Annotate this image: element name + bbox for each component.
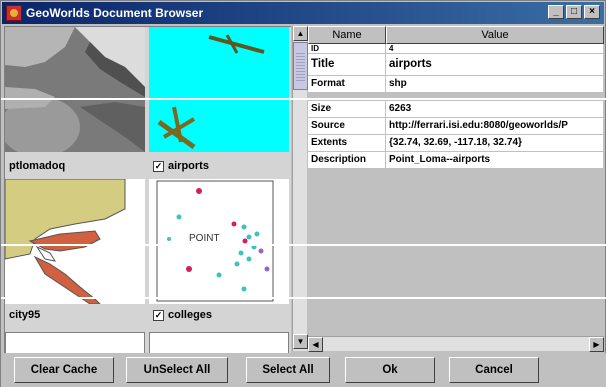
title-bar[interactable]: GeoWorlds Document Browser _ □ ×	[2, 2, 604, 24]
property-value: 6263	[386, 101, 604, 117]
property-name: Description	[308, 152, 386, 168]
ok-button[interactable]: Ok	[345, 357, 435, 383]
maximize-button[interactable]: □	[566, 5, 582, 19]
thumbnail-image[interactable]: POINT	[149, 179, 289, 304]
scroll-right-arrow[interactable]: ▶	[589, 337, 604, 352]
scrollbar-thumb[interactable]	[293, 42, 308, 90]
divider	[1, 98, 606, 100]
thumbnail-label[interactable]: ✓ airports	[153, 160, 209, 172]
thumbnail-cell[interactable]: POINT ✓ colleges	[149, 179, 289, 331]
thumbnail-image[interactable]	[5, 27, 145, 152]
divider	[1, 297, 606, 299]
property-value: {32.74, 32.69, -117.18, 32.74}	[386, 135, 604, 151]
checkbox[interactable]: ✓	[153, 309, 164, 321]
thumbnail-name: airports	[168, 160, 209, 172]
document-browser-window: GeoWorlds Document Browser _ □ × ptlomad…	[0, 0, 606, 387]
aerial-photo-image	[5, 27, 145, 152]
property-value: shp	[386, 76, 604, 92]
window-title: GeoWorlds Document Browser	[26, 6, 204, 20]
close-button[interactable]: ×	[584, 5, 600, 19]
window-controls: _ □ ×	[548, 5, 600, 19]
thumbnail-image[interactable]	[5, 179, 145, 304]
thumbnail-label[interactable]: ✓ colleges	[153, 309, 212, 321]
thumbnail-cell[interactable]: city95	[5, 179, 145, 331]
property-name: Format	[308, 76, 386, 92]
thumbnail-label: ptlomadoq	[9, 160, 65, 172]
airport-map-image	[149, 27, 289, 152]
thumbnail-image[interactable]	[149, 27, 289, 152]
property-table: Name Value ID 4 Title airports Format sh…	[308, 26, 604, 338]
thumbnail-name: ptlomadoq	[9, 160, 66, 172]
property-value: 4	[386, 44, 604, 53]
vertical-scrollbar[interactable]: ▲ ▼	[292, 26, 308, 351]
thumbnail-name: city95	[9, 309, 41, 321]
table-row[interactable]: Description Point_Loma--airports	[308, 152, 604, 169]
checkbox[interactable]: ✓	[153, 160, 164, 172]
clear-cache-button[interactable]: Clear Cache	[14, 357, 114, 383]
column-header-value[interactable]: Value	[386, 26, 604, 44]
thumbnail-grid: ptlomadoq ✓ airports city95 POINT ✓ coll…	[4, 26, 291, 356]
app-icon	[6, 5, 22, 21]
property-value: http://ferrari.isi.edu:8080/geoworlds/P	[386, 118, 604, 134]
property-value: airports	[386, 54, 604, 75]
select-all-button[interactable]: Select All	[246, 357, 330, 383]
property-value: Point_Loma--airports	[386, 152, 604, 168]
table-header: Name Value	[308, 26, 604, 44]
scroll-down-arrow[interactable]: ▼	[293, 334, 308, 349]
table-row[interactable]: Title airports	[308, 54, 604, 76]
table-row[interactable]: Source http://ferrari.isi.edu:8080/geowo…	[308, 118, 604, 135]
map-text: POINT	[189, 233, 220, 244]
property-name: Extents	[308, 135, 386, 151]
table-row[interactable]: Format shp	[308, 76, 604, 93]
thumbnail-cell[interactable]: ✓ airports	[149, 27, 289, 177]
property-name: ID	[308, 44, 386, 53]
table-row[interactable]: ID 4	[308, 44, 604, 54]
thumbnail-name: colleges	[168, 309, 213, 321]
minimize-button[interactable]: _	[548, 5, 564, 19]
property-name: Size	[308, 101, 386, 117]
point-map-image: POINT	[149, 179, 289, 304]
button-bar: Clear Cache UnSelect All Select All Ok C…	[1, 353, 606, 387]
scroll-left-arrow[interactable]: ◀	[308, 337, 323, 352]
cancel-button[interactable]: Cancel	[449, 357, 539, 383]
horizontal-scrollbar[interactable]: ◀ ▶	[308, 336, 604, 352]
coastline-map-image	[5, 179, 145, 304]
table-row[interactable]: Size 6263	[308, 101, 604, 118]
thumbnail-label: city95	[9, 309, 40, 321]
unselect-all-button[interactable]: UnSelect All	[126, 357, 228, 383]
table-row[interactable]: Extents {32.74, 32.69, -117.18, 32.74}	[308, 135, 604, 152]
scroll-up-arrow[interactable]: ▲	[293, 26, 308, 41]
divider	[1, 244, 606, 246]
property-name: Title	[308, 54, 386, 75]
thumbnail-cell[interactable]: ptlomadoq	[5, 27, 145, 177]
property-name: Source	[308, 118, 386, 134]
column-header-name[interactable]: Name	[308, 26, 386, 44]
